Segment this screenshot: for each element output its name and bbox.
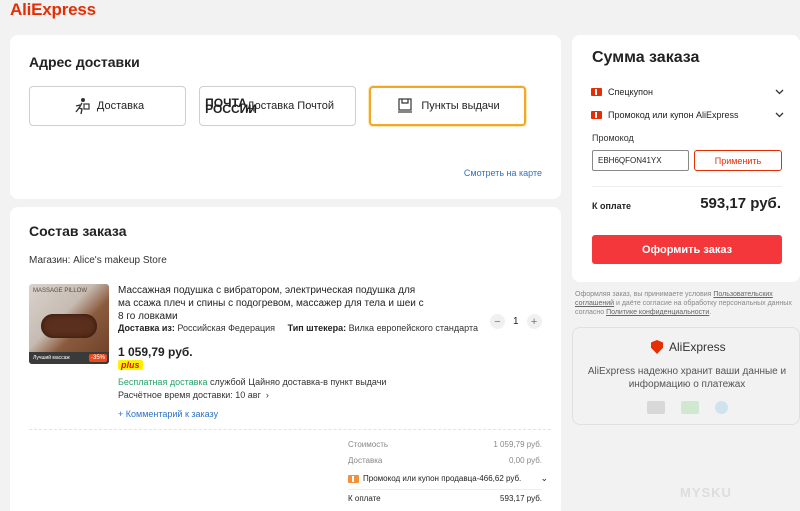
product-image[interactable]: MASSAGE PILLOW Лучший массаж -35%	[29, 284, 109, 364]
product-attributes: Доставка из: Российская Федерация Тип шт…	[118, 323, 478, 333]
russian-post-icon: ПОЧТА РОССИИ	[205, 96, 257, 116]
increase-quantity-button[interactable]: +	[526, 314, 542, 329]
product-price: 1 059,79 руб.	[118, 345, 193, 359]
order-divider	[29, 429, 551, 430]
order-contents-card: Состав заказа Магазин: Alice's makeup St…	[10, 207, 561, 511]
secure-seal-icon	[715, 401, 728, 414]
free-delivery-label: Бесплатная доставка	[118, 377, 208, 387]
delivery-estimate-text: Расчётное время доставки: 10 авг	[118, 390, 261, 400]
plug-type-value: Вилка европейского стандарта	[348, 323, 478, 333]
order-pay-label: К оплате	[348, 494, 381, 503]
checkout-button[interactable]: Оформить заказ	[592, 235, 782, 264]
order-pay-row: К оплате 593,17 руб.	[348, 494, 542, 503]
quantity-stepper: − 1 +	[490, 314, 542, 329]
order-summary-title: Сумма заказа	[592, 49, 700, 66]
delivery-option-courier-label: Доставка	[96, 100, 145, 112]
terms-suffix: .	[709, 309, 712, 316]
shipping-label: Доставка	[348, 456, 383, 465]
quantity-value: 1	[513, 316, 519, 327]
watermark: MYSKU	[680, 485, 732, 500]
seller-promo-row[interactable]: Промокод или купон продавца-466,62 руб. …	[348, 473, 548, 484]
chevron-up-icon	[775, 110, 784, 120]
security-logo: AliExpress	[651, 340, 726, 354]
aliexpress-coupon-row[interactable]: Промокод или купон AliExpress	[591, 110, 784, 120]
cost-label: Стоимость	[348, 440, 389, 449]
pickup-box-icon	[395, 97, 415, 115]
cost-value: 1 059,79 руб.	[493, 440, 542, 449]
plug-type-label: Тип штекера:	[287, 323, 347, 333]
delivery-service: службой Цайняо доставка-в пункт выдачи	[210, 377, 387, 387]
security-logo-text: AliExpress	[669, 340, 726, 354]
delivery-address-card: Адрес доставки Доставка ПОЧТА РОССИИ Дос…	[10, 35, 561, 199]
delivery-option-courier[interactable]: Доставка	[29, 86, 186, 126]
delivery-address-title: Адрес доставки	[29, 54, 140, 70]
total-pay-value: 593,17 руб.	[700, 195, 781, 212]
terms-prefix: Оформляя заказ, вы принимаете условия	[575, 291, 714, 298]
chevron-down-icon	[775, 87, 784, 97]
terms-notice: Оформляя заказ, вы принимаете условия По…	[575, 290, 798, 317]
plus-badge: plus	[118, 360, 143, 370]
courier-icon	[71, 97, 91, 115]
product-title[interactable]: Массажная подушка с вибратором, электрич…	[118, 284, 428, 323]
cost-row: Стоимость 1 059,79 руб.	[348, 440, 542, 449]
ship-from-label: Доставка из:	[118, 323, 175, 333]
aliexpress-coupon-label: Промокод или купон AliExpress	[608, 110, 739, 120]
product-image-mini-text: Лучший массаж	[33, 355, 70, 361]
verified-badge-icon	[681, 401, 699, 414]
chevron-right-icon: ›	[263, 390, 269, 400]
ship-from-value: Российская Федерация	[177, 323, 276, 333]
order-summary-card: Сумма заказа Спецкупон Промокод или купо…	[572, 35, 800, 282]
add-comment-link[interactable]: + Комментарий к заказу	[118, 409, 218, 419]
shield-icon	[651, 340, 663, 354]
privacy-policy-link[interactable]: Политике конфиденциальности	[606, 309, 709, 316]
product-pillow-shape	[41, 314, 97, 338]
chevron-down-icon: ⌄	[540, 473, 548, 483]
summary-divider	[592, 186, 782, 187]
view-on-map-link[interactable]: Смотреть на карте	[464, 168, 542, 178]
total-pay-label: К оплате	[592, 201, 632, 211]
security-badges	[647, 401, 728, 414]
promo-code-input[interactable]	[592, 150, 689, 171]
order-contents-title: Состав заказа	[29, 223, 127, 239]
aliexpress-logo[interactable]: AliExpress	[10, 0, 96, 20]
coupon-icon	[348, 474, 359, 483]
pci-badge-icon	[647, 401, 665, 414]
order-pay-value: 593,17 руб.	[500, 494, 542, 503]
product-image-caption: MASSAGE PILLOW	[33, 288, 88, 294]
delivery-option-post[interactable]: ПОЧТА РОССИИ Доставка Почтой	[199, 86, 356, 126]
promo-code-label: Промокод	[592, 133, 634, 143]
shipping-row: Доставка 0,00 руб.	[348, 456, 542, 465]
delivery-option-pickup[interactable]: Пункты выдачи	[369, 86, 526, 126]
delivery-estimate[interactable]: Расчётное время доставки: 10 авг ›	[118, 390, 269, 400]
seller-promo-label: Промокод или купон продавца-466,62 руб.	[363, 474, 522, 483]
delivery-option-pickup-label: Пункты выдачи	[421, 100, 500, 112]
totals-divider	[348, 489, 542, 490]
shop-name[interactable]: Магазин: Alice's makeup Store	[29, 255, 167, 266]
security-info-card: AliExpress AliExpress надежно хранит ваш…	[572, 327, 800, 425]
special-coupon-label: Спецкупон	[608, 87, 653, 97]
delivery-info: Бесплатная доставка службой Цайняо доста…	[118, 377, 386, 387]
delivery-option-post-label: Доставка Почтой	[247, 100, 334, 112]
aliexpress-coupon-icon	[591, 111, 602, 119]
special-coupon-icon	[591, 88, 602, 96]
special-coupon-row[interactable]: Спецкупон	[591, 87, 784, 97]
product-discount-tag: -35%	[88, 354, 107, 362]
apply-promo-button[interactable]: Применить	[694, 150, 782, 171]
shipping-value: 0,00 руб.	[508, 456, 542, 465]
security-text: AliExpress надежно хранит ваши данные и …	[587, 366, 787, 390]
decrease-quantity-button[interactable]: −	[490, 314, 505, 329]
